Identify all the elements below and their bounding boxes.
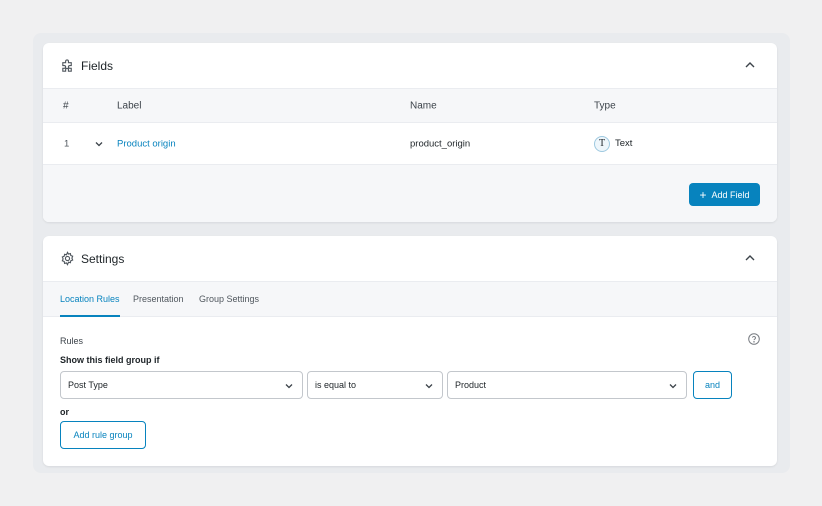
column-header-name: Name <box>410 100 437 111</box>
rule-operator-value: is equal to <box>315 380 357 390</box>
rule-value-value: Product <box>455 380 487 390</box>
text-type-icon: T <box>594 135 610 152</box>
field-label-link[interactable]: Product origin <box>117 138 176 149</box>
settings-tabs: Location Rules Presentation Group Settin… <box>43 282 777 317</box>
fields-panel: Fields # Label Name Type 1 Product origi… <box>43 43 777 222</box>
field-name: product_origin <box>410 138 471 149</box>
settings-panel-header[interactable]: Settings <box>43 236 777 282</box>
plus-icon: + <box>699 187 707 202</box>
column-header-label: Label <box>117 100 142 111</box>
add-field-button[interactable]: + Add Field <box>689 183 760 206</box>
rule-param-select[interactable]: Post Type <box>60 371 303 399</box>
rules-label: Rules <box>60 336 84 346</box>
settings-panel: Settings Location Rules Presentation Gro… <box>43 236 777 466</box>
fields-panel-header[interactable]: Fields <box>43 43 777 89</box>
field-type-label: Text <box>615 138 633 149</box>
add-field-label: Add Field <box>711 189 750 200</box>
chevron-down-icon[interactable] <box>94 139 104 149</box>
field-number: 1 <box>64 138 70 149</box>
field-type: T Text <box>594 135 633 152</box>
table-row[interactable]: 1 Product origin product_origin T Text <box>43 123 777 165</box>
add-rule-group-button[interactable]: Add rule group <box>60 421 146 449</box>
or-label: or <box>60 407 69 417</box>
chevron-up-icon[interactable] <box>743 58 757 72</box>
fields-footer: + Add Field <box>43 165 777 222</box>
column-header-number: # <box>63 100 69 111</box>
and-button[interactable]: and <box>693 371 732 399</box>
chevron-up-icon[interactable] <box>743 251 757 265</box>
chevron-down-icon <box>669 384 677 389</box>
gear-icon <box>61 251 74 266</box>
tab-group-settings[interactable]: Group Settings <box>199 282 259 317</box>
chevron-down-icon <box>425 384 433 389</box>
column-header-type: Type <box>594 100 616 111</box>
fields-panel-title: Fields <box>81 58 114 73</box>
chevron-down-icon <box>285 384 293 389</box>
settings-panel-title: Settings <box>81 251 125 266</box>
help-icon[interactable] <box>748 333 760 345</box>
rule-param-value: Post Type <box>68 380 108 390</box>
tab-location-rules[interactable]: Location Rules <box>60 282 120 317</box>
rule-value-select[interactable]: Product <box>447 371 687 399</box>
tab-presentation[interactable]: Presentation <box>133 282 184 317</box>
fields-table-header: # Label Name Type <box>43 89 777 123</box>
puzzle-icon <box>62 59 72 72</box>
show-if-label: Show this field group if <box>60 355 160 365</box>
rule-operator-select[interactable]: is equal to <box>307 371 443 399</box>
